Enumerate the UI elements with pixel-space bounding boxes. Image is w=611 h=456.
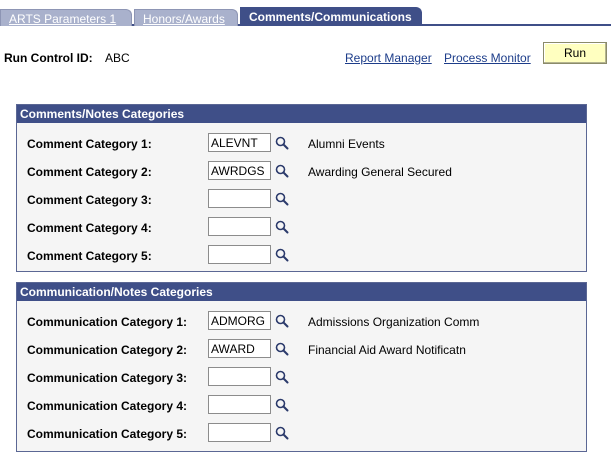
category-label: Communication Category 1: — [27, 315, 188, 329]
process-monitor-link[interactable]: Process Monitor — [444, 51, 531, 65]
category-input[interactable] — [208, 367, 271, 386]
run-control-value: ABC — [105, 51, 130, 65]
category-description: Financial Aid Award Notificatn — [308, 343, 466, 357]
category-input[interactable] — [208, 217, 271, 236]
magnifier-lookup-icon[interactable] — [275, 220, 289, 234]
comments-category-row: Comment Category 2: Awarding General Secu… — [17, 161, 586, 181]
tab-label: ARTS Parameters 1 — [9, 12, 117, 26]
category-description: Awarding General Secured — [308, 165, 452, 179]
communication-category-row: Communication Category 5: — [17, 423, 586, 443]
magnifier-lookup-icon[interactable] — [275, 426, 289, 440]
category-label: Communication Category 2: — [27, 343, 188, 357]
category-label: Comment Category 4: — [27, 221, 152, 235]
run-control-label: Run Control ID: — [4, 51, 93, 65]
comments-category-row: Comment Category 5: — [17, 245, 586, 265]
category-label: Comment Category 2: — [27, 165, 152, 179]
category-input[interactable] — [208, 245, 271, 264]
run-button[interactable]: Run — [543, 42, 607, 64]
magnifier-lookup-icon[interactable] — [275, 314, 289, 328]
communication-category-row: Communication Category 3: — [17, 367, 586, 387]
category-label: Communication Category 5: — [27, 427, 188, 441]
communication-category-row: Communication Category 1: Admissions Orga… — [17, 311, 586, 331]
tab-arts-parameters-1[interactable]: ARTS Parameters 1 — [0, 9, 132, 26]
category-label: Communication Category 3: — [27, 371, 188, 385]
report-manager-link[interactable]: Report Manager — [345, 51, 432, 65]
comments-category-row: Comment Category 3: — [17, 189, 586, 209]
tab-bar: ARTS Parameters 1 Honors/Awards Comments… — [0, 7, 611, 26]
category-input[interactable] — [208, 161, 271, 180]
category-description: Alumni Events — [308, 137, 385, 151]
category-input[interactable] — [208, 395, 271, 414]
category-input[interactable] — [208, 189, 271, 208]
magnifier-lookup-icon[interactable] — [275, 248, 289, 262]
comments-category-row: Comment Category 1: Alumni Events — [17, 133, 586, 153]
tab-comments-communications[interactable]: Comments/Communications — [240, 7, 422, 26]
category-label: Comment Category 1: — [27, 137, 152, 151]
tab-honors-awards[interactable]: Honors/Awards — [134, 9, 238, 26]
comments-category-row: Comment Category 4: — [17, 217, 586, 237]
category-input[interactable] — [208, 133, 271, 152]
communication-notes-categories-group: Communication/Notes Categories Communica… — [16, 282, 587, 452]
group-header: Communication/Notes Categories — [17, 283, 586, 301]
category-label: Comment Category 3: — [27, 193, 152, 207]
comments-notes-categories-group: Comments/Notes Categories Comment Catego… — [16, 104, 587, 272]
category-input[interactable] — [208, 423, 271, 442]
tab-label: Comments/Communications — [249, 10, 412, 24]
magnifier-lookup-icon[interactable] — [275, 192, 289, 206]
magnifier-lookup-icon[interactable] — [275, 342, 289, 356]
group-header: Comments/Notes Categories — [17, 105, 586, 123]
magnifier-lookup-icon[interactable] — [275, 136, 289, 150]
magnifier-lookup-icon[interactable] — [275, 164, 289, 178]
category-description: Admissions Organization Comm — [308, 315, 480, 329]
magnifier-lookup-icon[interactable] — [275, 398, 289, 412]
category-label: Comment Category 5: — [27, 249, 152, 263]
communication-category-row: Communication Category 4: — [17, 395, 586, 415]
magnifier-lookup-icon[interactable] — [275, 370, 289, 384]
category-input[interactable] — [208, 311, 271, 330]
tab-label: Honors/Awards — [143, 12, 225, 26]
category-input[interactable] — [208, 339, 271, 358]
communication-category-row: Communication Category 2: Financial Aid A… — [17, 339, 586, 359]
category-label: Communication Category 4: — [27, 399, 188, 413]
